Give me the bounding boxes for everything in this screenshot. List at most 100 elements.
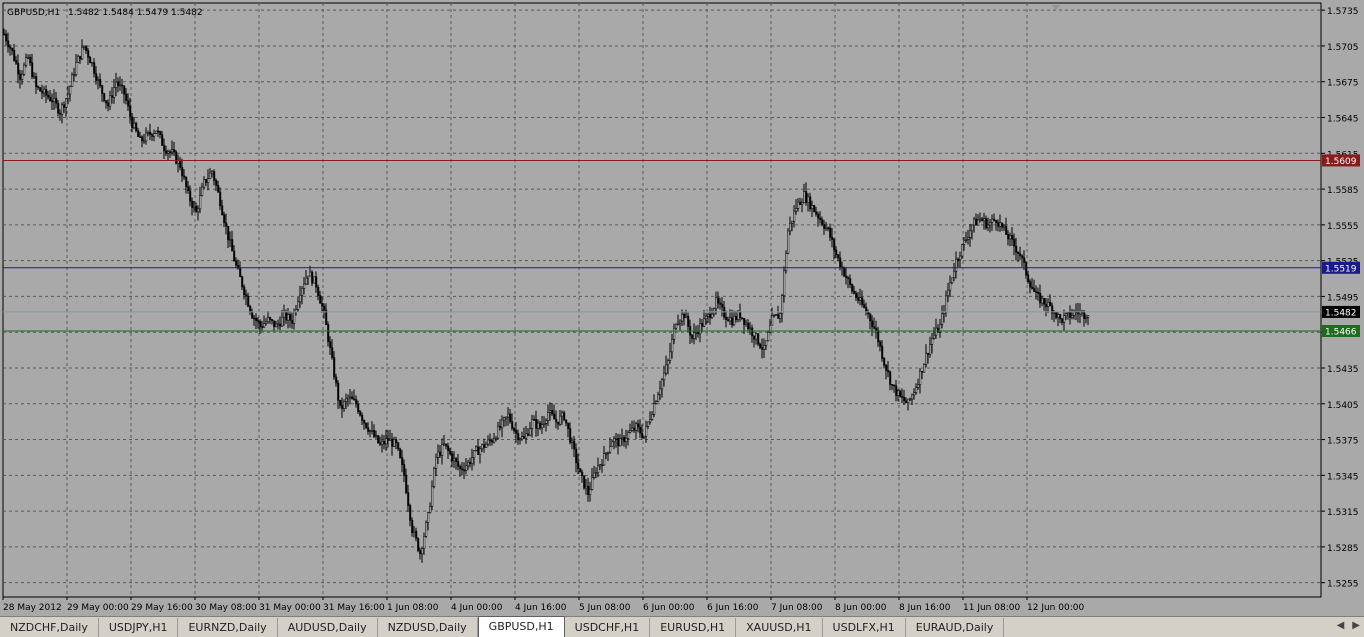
- tab-nzdchf-daily[interactable]: NZDCHF,Daily: [0, 618, 99, 637]
- candle-body: [893, 384, 896, 387]
- chart-area[interactable]: 1.57351.57051.56751.56451.56151.55851.55…: [0, 0, 1364, 616]
- candle-body: [825, 227, 828, 230]
- tab-euraud-daily[interactable]: EURAUD,Daily: [906, 618, 1005, 637]
- tab-eurnzd-daily[interactable]: EURNZD,Daily: [178, 618, 278, 637]
- candle-body: [641, 432, 644, 438]
- candle-body: [781, 295, 784, 314]
- candle-body: [155, 130, 158, 134]
- candle-body: [85, 45, 88, 51]
- candle-body: [393, 439, 396, 447]
- tab-audusd-daily[interactable]: AUDUSD,Daily: [278, 618, 378, 637]
- candle-body: [687, 315, 690, 327]
- candle-body: [863, 304, 866, 308]
- candle-body: [213, 171, 216, 181]
- tab-scroll-controls: ◀ ▶: [1329, 620, 1360, 631]
- tab-xauusd-h1[interactable]: XAUUSD,H1: [736, 618, 823, 637]
- candle-body: [1035, 291, 1038, 293]
- plot-frame: [2, 2, 1322, 598]
- candle-body: [475, 446, 478, 451]
- candle-body: [753, 335, 756, 340]
- candle-body: [119, 84, 122, 87]
- candle-body: [763, 345, 766, 350]
- candle-body: [1009, 235, 1012, 240]
- candle-body: [713, 308, 716, 315]
- candle-body: [425, 522, 428, 537]
- candle-body: [819, 217, 822, 220]
- candle-body: [221, 205, 224, 215]
- tab-nzdusd-daily[interactable]: NZDUSD,Daily: [378, 618, 478, 637]
- candle-body: [181, 167, 184, 177]
- candle-body: [401, 457, 404, 465]
- candle-body: [887, 370, 890, 373]
- candle-body: [567, 422, 570, 430]
- scroll-right-icon[interactable]: ▶: [1352, 620, 1360, 631]
- candle-body: [159, 131, 162, 135]
- candle-body: [905, 400, 908, 404]
- candle-body: [23, 64, 26, 75]
- candle-body: [3, 33, 6, 36]
- candle-body: [1059, 314, 1062, 320]
- candle-body: [331, 347, 334, 358]
- candle-body: [1055, 312, 1058, 318]
- candle-body: [1047, 301, 1050, 308]
- candle-body: [359, 411, 362, 416]
- candle-body: [771, 315, 774, 326]
- candle-body: [907, 398, 910, 404]
- candle-body: [317, 286, 320, 296]
- candle-body: [733, 315, 736, 326]
- x-tick-label: 6 Jun 00:00: [643, 603, 695, 613]
- candle-body: [1083, 311, 1086, 320]
- candle-body: [355, 399, 358, 405]
- candle-body: [919, 370, 922, 385]
- candle-body: [611, 441, 614, 447]
- candle-body: [29, 57, 32, 64]
- tab-usdchf-h1[interactable]: USDCHF,H1: [565, 618, 651, 637]
- candle-body: [709, 314, 712, 319]
- candle-body: [165, 150, 168, 154]
- candle-body: [477, 446, 480, 455]
- tab-usdlfx-h1[interactable]: USDLFX,H1: [823, 618, 906, 637]
- candle-body: [945, 295, 948, 313]
- candle-body: [81, 46, 84, 60]
- candle-body: [637, 423, 640, 428]
- candle-body: [697, 332, 700, 335]
- candle-body: [113, 87, 116, 98]
- candle-body: [471, 457, 474, 464]
- tab-usdjpy-h1[interactable]: USDJPY,H1: [99, 618, 179, 637]
- candle-body: [21, 73, 24, 80]
- candle-body: [421, 548, 424, 555]
- candle-body: [137, 130, 140, 137]
- candle-body: [597, 465, 600, 474]
- candle-body: [531, 419, 534, 429]
- candle-body: [191, 200, 194, 208]
- candle-body: [487, 439, 490, 445]
- candle-body: [371, 430, 374, 432]
- candle-body: [571, 440, 574, 443]
- candle-body: [131, 116, 134, 129]
- candle-body: [451, 453, 454, 462]
- candle-body: [61, 104, 64, 115]
- candle-body: [1031, 286, 1034, 289]
- candle-body: [197, 208, 200, 213]
- candle-body: [183, 175, 186, 178]
- candle-body: [385, 438, 388, 445]
- candle-body: [721, 303, 724, 308]
- candle-body: [975, 218, 978, 226]
- candle-body: [157, 130, 160, 133]
- candle-body: [123, 85, 126, 95]
- candle-body: [573, 440, 576, 450]
- tab-eurusd-h1[interactable]: EURUSD,H1: [650, 618, 737, 637]
- candle-body: [875, 327, 878, 331]
- candle-body: [847, 277, 850, 280]
- candlestick-chart[interactable]: 1.57351.57051.56751.56451.56151.55851.55…: [0, 0, 1364, 616]
- candle-body: [695, 332, 698, 334]
- scroll-left-icon[interactable]: ◀: [1337, 620, 1345, 631]
- candle-body: [735, 315, 738, 320]
- y-tick-label: 1.5435: [1327, 365, 1359, 375]
- tab-gbpusd-h1[interactable]: GBPUSD,H1: [477, 616, 565, 637]
- candle-body: [107, 102, 110, 107]
- candle-body: [823, 224, 826, 229]
- candle-body: [813, 205, 816, 213]
- candle-body: [545, 420, 548, 424]
- candle-body: [479, 448, 482, 455]
